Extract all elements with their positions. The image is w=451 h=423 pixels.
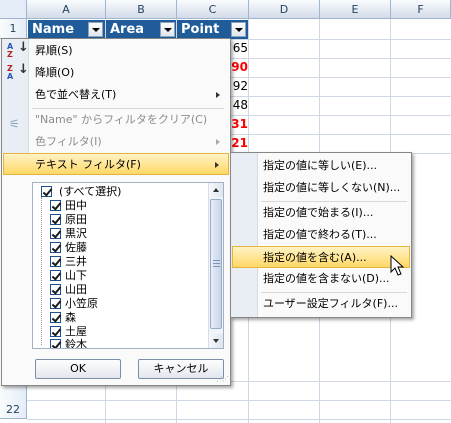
gridline bbox=[27, 400, 451, 401]
menu-item-clear-filter[interactable]: ⚟ "Name" からフィルタをクリア(C) bbox=[3, 109, 229, 131]
submenu-arrow-icon bbox=[216, 139, 220, 145]
menu-item-sort-ascending[interactable]: A Z ↓ 昇順(S) bbox=[3, 40, 229, 62]
menu-item-label: 昇順(S) bbox=[35, 44, 73, 57]
checkbox[interactable] bbox=[50, 298, 61, 309]
checkbox[interactable] bbox=[50, 200, 61, 211]
checkbox[interactable] bbox=[50, 339, 61, 348]
checkbox[interactable] bbox=[50, 326, 61, 337]
select-all-corner[interactable] bbox=[0, 0, 27, 19]
submenu-item-not-equals[interactable]: 指定の値に等しくない(N)... bbox=[232, 177, 410, 199]
submenu-arrow-icon bbox=[215, 162, 219, 168]
menu-item-color-filter[interactable]: 色フィルタ(I) bbox=[3, 131, 229, 153]
chevron-up-icon bbox=[213, 188, 219, 192]
menu-item-label: "Name" からフィルタをクリア(C) bbox=[35, 113, 208, 126]
submenu-item-contains[interactable]: 指定の値を含む(A)... bbox=[232, 246, 410, 268]
row-header-1[interactable]: 1 bbox=[0, 19, 27, 39]
column-header-e[interactable]: E bbox=[320, 0, 391, 19]
chevron-down-icon bbox=[92, 28, 100, 32]
menu-item-text-filter[interactable]: テキスト フィルタ(F) bbox=[3, 153, 229, 175]
resize-grip-icon[interactable]: ⋰⋰ bbox=[216, 375, 229, 383]
checkbox[interactable] bbox=[50, 214, 61, 225]
menu-item-label: 降順(O) bbox=[35, 66, 75, 79]
menu-item-sort-descending[interactable]: Z A ↓ 降順(O) bbox=[3, 62, 229, 84]
filter-dropdown-button-area[interactable] bbox=[160, 22, 175, 37]
tree-line bbox=[41, 197, 43, 345]
scroll-down-button[interactable] bbox=[209, 334, 223, 348]
menu-item-label: 色フィルタ(I) bbox=[35, 135, 102, 148]
chevron-down-icon bbox=[164, 28, 172, 32]
column-header-d[interactable]: D bbox=[249, 0, 320, 19]
menu-item-label: テキスト フィルタ(F) bbox=[35, 158, 141, 171]
filter-value-list[interactable]: (すべて選択) 田中 原田 黒沢 佐藤 三井 山下 山田 小笠原 森 土屋 鈴木 bbox=[32, 182, 224, 349]
menu-item-label: 色で並べ替え(T) bbox=[35, 88, 117, 101]
submenu-item-equals[interactable]: 指定の値に等しい(E)... bbox=[232, 155, 410, 177]
row-header-22[interactable]: 22 bbox=[0, 400, 27, 419]
submenu-item-begins-with[interactable]: 指定の値で始まる(I)... bbox=[232, 202, 410, 224]
column-header-a[interactable]: A bbox=[27, 0, 106, 19]
checkbox[interactable] bbox=[50, 270, 61, 281]
checkbox[interactable] bbox=[50, 256, 61, 267]
chevron-down-icon bbox=[213, 339, 219, 343]
submenu-arrow-icon bbox=[216, 92, 220, 98]
menu-item-sort-by-color[interactable]: 色で並べ替え(T) bbox=[3, 84, 229, 106]
ok-button[interactable]: OK bbox=[35, 359, 121, 379]
sort-descending-icon: Z A ↓ bbox=[7, 62, 29, 81]
column-header-b[interactable]: B bbox=[106, 0, 177, 19]
mouse-cursor-icon bbox=[390, 255, 405, 276]
filter-dropdown-button-name[interactable] bbox=[88, 22, 103, 37]
checkbox[interactable] bbox=[50, 312, 61, 323]
submenu-item-custom-filter[interactable]: ユーザー設定フィルタ(F)... bbox=[232, 293, 410, 315]
list-scrollbar[interactable] bbox=[208, 183, 223, 348]
chevron-down-icon bbox=[235, 28, 243, 32]
filter-dropdown-button-point[interactable] bbox=[231, 22, 246, 37]
checkbox[interactable] bbox=[50, 228, 61, 239]
gridline bbox=[27, 419, 451, 420]
checkbox[interactable] bbox=[41, 186, 52, 197]
sort-ascending-icon: A Z ↓ bbox=[7, 40, 29, 59]
scroll-up-button[interactable] bbox=[209, 183, 223, 197]
submenu-item-ends-with[interactable]: 指定の値で終わる(T)... bbox=[232, 224, 410, 246]
text-filter-submenu: 指定の値に等しい(E)... 指定の値に等しくない(N)... 指定の値で始まる… bbox=[230, 152, 412, 318]
column-header-f[interactable]: F bbox=[391, 0, 451, 19]
checkbox[interactable] bbox=[50, 284, 61, 295]
scroll-thumb[interactable] bbox=[210, 199, 222, 329]
column-header-c[interactable]: C bbox=[177, 0, 249, 19]
autofilter-menu: A Z ↓ 昇順(S) Z A ↓ 降順(O) 色で並べ替え(T) ⚟ "Name" か… bbox=[1, 38, 231, 386]
cancel-button[interactable]: キャンセル bbox=[138, 359, 224, 379]
submenu-item-does-not-contain[interactable]: 指定の値を含まない(D)... bbox=[232, 268, 410, 290]
checkbox[interactable] bbox=[50, 242, 61, 253]
